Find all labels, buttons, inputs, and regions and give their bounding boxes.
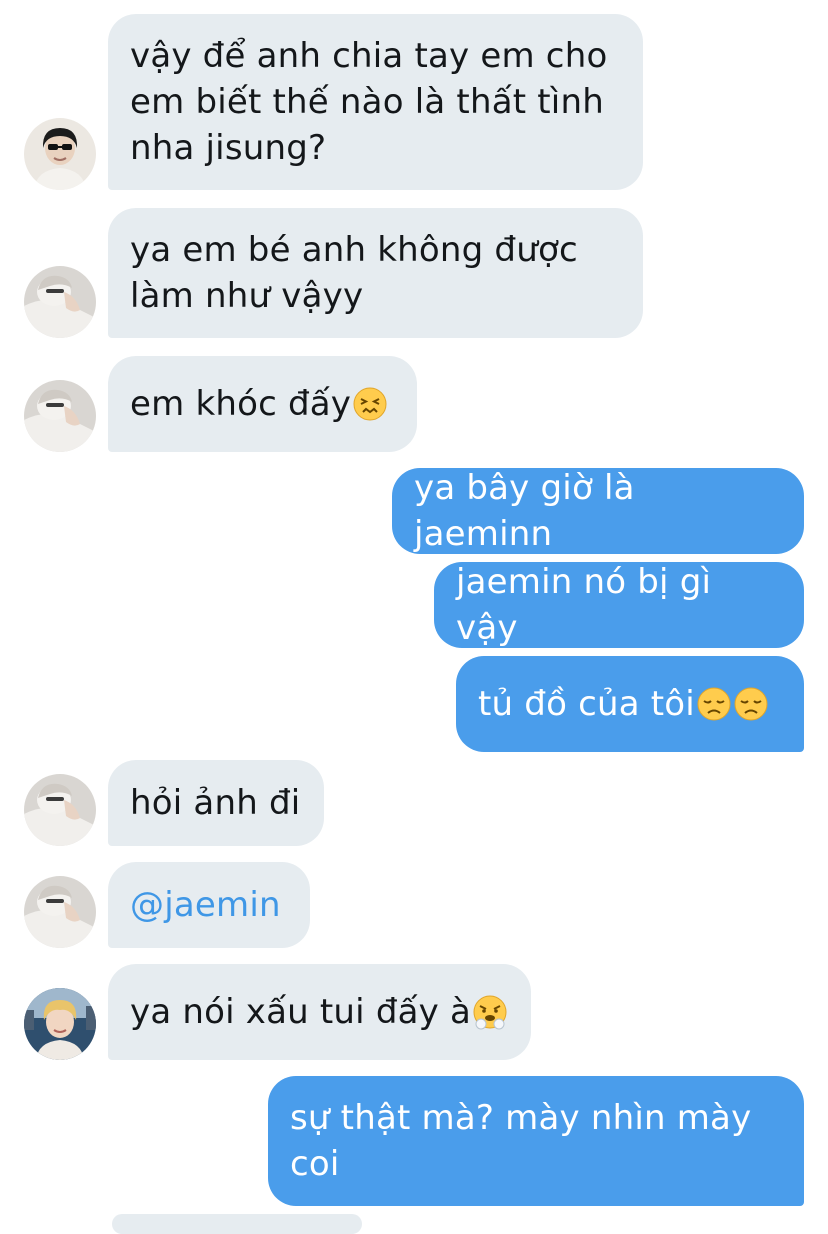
message-text: hỏi ảnh đi bbox=[130, 783, 301, 823]
avatar-praying-boy-icon[interactable] bbox=[24, 266, 96, 338]
mention-link[interactable]: @jaemin bbox=[130, 882, 281, 928]
message-bubble[interactable]: sự thật mà? mày nhìn mày coi bbox=[268, 1076, 804, 1206]
message-bubble[interactable]: @jaemin bbox=[108, 862, 310, 948]
message-text: ya em bé anh không được làm như vậyy bbox=[130, 230, 578, 316]
avatar-praying-boy-icon[interactable] bbox=[24, 380, 96, 452]
message-bubble[interactable]: jaemin nó bị gì vậy bbox=[434, 562, 804, 648]
message-text: sự thật mà? mày nhìn mày coi bbox=[290, 1098, 752, 1184]
avatar-praying-boy-icon[interactable] bbox=[24, 774, 96, 846]
message-text: ya nói xấu tui đấy à bbox=[130, 992, 471, 1032]
avatar-blond-boy-icon[interactable] bbox=[24, 988, 96, 1060]
dm-conversation-thread: vậy để anh chia tay em cho em biết thế n… bbox=[0, 0, 828, 1234]
message-bubble[interactable]: em khóc đấy bbox=[108, 356, 417, 452]
message-text: ya bây giờ là jaeminn bbox=[414, 468, 635, 554]
message-text: tủ đồ của tôi bbox=[478, 684, 695, 724]
next-message-bubble-partial bbox=[112, 1214, 362, 1234]
message-text: jaemin nó bị gì vậy bbox=[456, 562, 712, 648]
message-bubble[interactable]: ya nói xấu tui đấy à bbox=[108, 964, 531, 1060]
confounded-face-icon bbox=[352, 386, 388, 422]
message-text: vậy để anh chia tay em cho em biết thế n… bbox=[130, 36, 608, 168]
disappointed-face-icon bbox=[733, 686, 769, 722]
message-bubble[interactable]: hỏi ảnh đi bbox=[108, 760, 324, 846]
avatar-black-hood-icon[interactable] bbox=[24, 118, 96, 190]
disappointed-face-icon bbox=[696, 686, 732, 722]
message-bubble[interactable]: ya em bé anh không được làm như vậyy bbox=[108, 208, 643, 338]
message-bubble[interactable]: vậy để anh chia tay em cho em biết thế n… bbox=[108, 14, 643, 190]
triumph-face-icon bbox=[472, 994, 508, 1030]
message-bubble[interactable]: tủ đồ của tôi bbox=[456, 656, 804, 752]
avatar-praying-boy-icon[interactable] bbox=[24, 876, 96, 948]
message-text: em khóc đấy bbox=[130, 384, 352, 424]
message-bubble[interactable]: ya bây giờ là jaeminn bbox=[392, 468, 804, 554]
